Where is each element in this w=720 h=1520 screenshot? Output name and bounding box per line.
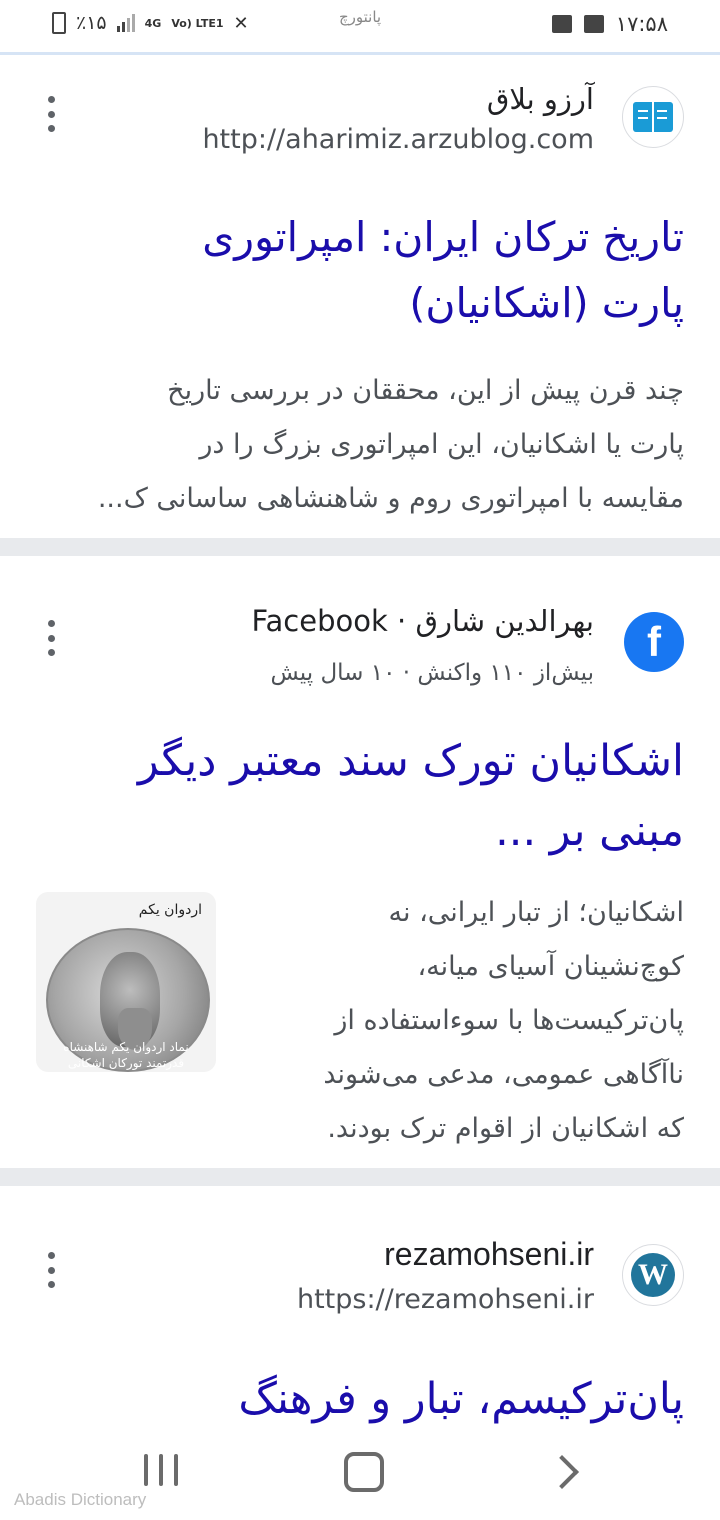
result-title-line: پارت (اشکانیان) (409, 279, 684, 327)
post-meta: بیش‌از ۱۱۰ واکنش · ۱۰ سال پیش (270, 660, 594, 686)
site-name[interactable]: آرزو بلاق (487, 82, 594, 116)
snippet-line: پان‌ترکیست‌ها با سوءاستفاده از (334, 1005, 684, 1036)
site-name[interactable]: rezamohseni.ir (384, 1236, 594, 1273)
snippet-line: که اشکانیان از اقوام ترک بودند. (327, 1113, 684, 1144)
site-logo[interactable]: f (624, 612, 684, 672)
back-button[interactable] (545, 1455, 579, 1489)
site-url[interactable]: https://rezamohseni.ir (297, 1284, 594, 1315)
snippet-line: اشکانیان؛ از تبار ایرانی، نه (388, 897, 685, 928)
home-button[interactable] (344, 1452, 384, 1492)
snippet-line: ناآگاهی عمومی، مدعی می‌شوند (323, 1059, 684, 1090)
toolbar-divider (0, 52, 720, 55)
result-title-line: اشکانیان تورک سند معتبر دیگر (137, 736, 684, 786)
site-logo[interactable]: W (622, 1244, 684, 1306)
status-right: ۱۷:۵۸ (551, 12, 668, 36)
result-separator (0, 538, 720, 556)
site-url[interactable]: http://aharimiz.arzublog.com (202, 124, 594, 155)
result-snippet: اشکانیان؛ از تبار ایرانی، نه کوچ‌نشینان … (250, 886, 684, 1156)
clock: ۱۷:۵۸ (615, 12, 668, 36)
thumbnail-caption: اردوان یکم (138, 902, 202, 918)
folder-icon (551, 15, 572, 33)
search-result-2: f Facebook · بهرالدین شارق بیش‌از ۱۱۰ وا… (0, 556, 720, 1168)
result-title-line: مبنی بر ... (495, 806, 684, 856)
search-result-1: آرزو بلاق http://aharimiz.arzublog.com ت… (0, 56, 720, 538)
facebook-icon: f (624, 612, 684, 672)
snippet-line: چند قرن پیش از این، محققان در بررسی تاری… (167, 375, 684, 406)
result-title[interactable]: پان‌ترکیسم، تبار و فرهنگ (36, 1366, 684, 1424)
recent-apps-button[interactable] (144, 1454, 178, 1486)
search-result-3: W rezamohseni.ir https://rezamohseni.ir … (0, 1186, 720, 1424)
result-thumbnail[interactable]: اردوان یکم نماد اردوان یکم شاهنشاه قدرتم… (36, 892, 216, 1072)
more-options-button[interactable] (40, 1252, 62, 1288)
book-icon (633, 102, 673, 132)
result-snippet: چند قرن پیش از این، محققان در بررسی تاری… (36, 364, 684, 526)
thumbnail-overlay-text: نماد اردوان یکم شاهنشاه (63, 1040, 189, 1054)
image-icon (583, 15, 604, 33)
wordpress-icon: W (631, 1253, 675, 1297)
more-options-button[interactable] (40, 96, 62, 132)
snippet-line: مقایسه با امپراتوری روم و شاهنشاهی ساسان… (97, 483, 684, 514)
snippet-line: کوچ‌نشینان آسیای میانه، (417, 951, 684, 982)
result-title[interactable]: تاریخ ترکان ایران: امپراتوری پارت (اشکان… (36, 204, 684, 336)
result-title-line: تاریخ ترکان ایران: امپراتوری (202, 213, 684, 261)
result-title[interactable]: اشکانیان تورک سند معتبر دیگر مبنی بر ... (36, 726, 684, 866)
result-separator (0, 1168, 720, 1186)
snippet-line: پارت یا اشکانیان، این امپراتوری بزرگ را … (199, 429, 684, 460)
site-logo[interactable] (622, 86, 684, 148)
watermark: Abadis Dictionary (14, 1490, 147, 1509)
thumbnail-overlay-text: قدرتمند تورکان اشکانی (67, 1056, 185, 1070)
site-name[interactable]: Facebook · بهرالدین شارق (252, 604, 594, 638)
more-options-button[interactable] (40, 620, 62, 656)
status-bar: ٪۱۵ 4G Vo) LTE1 ✕ پانتورچ ۱۷:۵۸ (0, 0, 720, 54)
result-title-line: پان‌ترکیسم، تبار و فرهنگ (238, 1374, 684, 1424)
